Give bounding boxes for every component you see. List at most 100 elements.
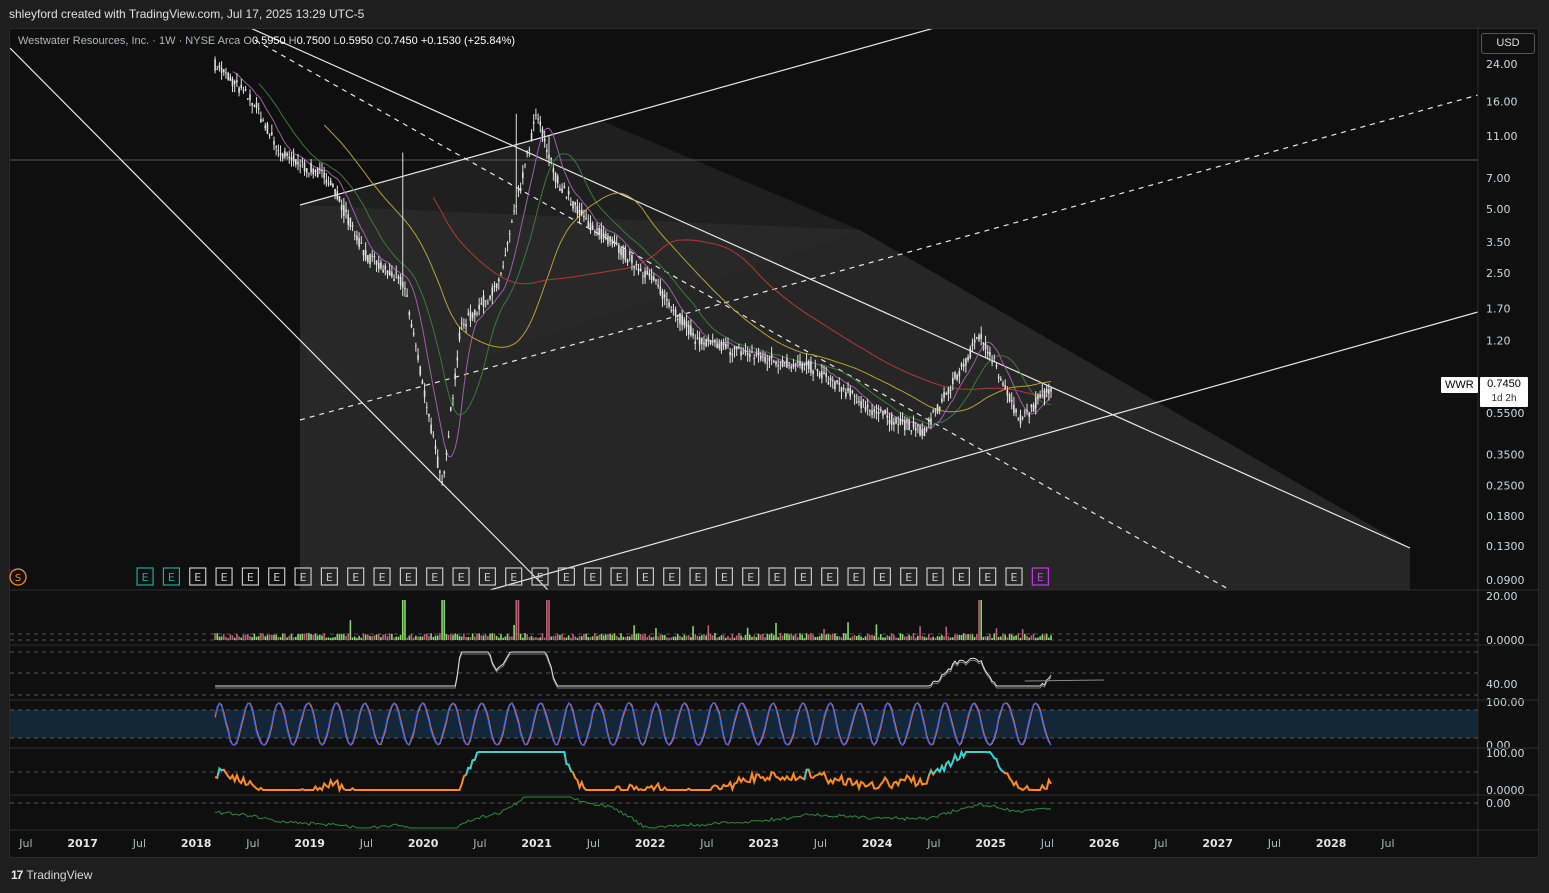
- candle-body: [855, 401, 858, 403]
- volume-bar: [587, 636, 590, 640]
- candle-body: [783, 362, 786, 364]
- candle-body: [840, 387, 843, 392]
- volume-bar: [799, 633, 801, 640]
- volume-bar: [781, 635, 784, 640]
- volume-bar: [842, 633, 845, 640]
- volume-bar: [439, 633, 441, 640]
- candle-body: [519, 187, 522, 191]
- volume-bar: [1000, 636, 1002, 640]
- svg-text:E: E: [774, 571, 781, 584]
- candle-body: [279, 152, 282, 156]
- candle-body: [264, 125, 267, 129]
- candle-body: [980, 333, 982, 340]
- volume-bar: [415, 635, 417, 640]
- volume-bar: [644, 633, 646, 640]
- candle-body: [537, 118, 539, 120]
- volume-bar: [683, 634, 686, 640]
- volume-bar: [814, 636, 817, 640]
- earnings-event-icon[interactable]: E: [162, 567, 180, 586]
- svg-text:S: S: [15, 573, 21, 584]
- candle-body: [932, 410, 934, 412]
- earnings-event-icon[interactable]: E: [241, 567, 259, 586]
- candle-body: [238, 87, 240, 93]
- volume-bar: [580, 636, 583, 640]
- candle-body: [360, 242, 363, 244]
- candle-body: [570, 204, 572, 206]
- volume-bar: [443, 600, 446, 640]
- volume-bar: [295, 636, 297, 640]
- volume-bar: [855, 636, 858, 640]
- candle-body: [965, 358, 967, 366]
- candle-body: [495, 283, 498, 288]
- x-tick-label: 2024: [862, 837, 893, 850]
- volume-bar: [705, 635, 707, 640]
- volume-bar: [325, 637, 328, 640]
- candle-body: [561, 188, 563, 193]
- candle-body: [912, 421, 915, 428]
- candle-body: [755, 354, 758, 356]
- volume-bar: [305, 633, 308, 640]
- volume-bar: [960, 634, 963, 640]
- candle-body: [764, 356, 766, 362]
- currency-button[interactable]: USD: [1481, 33, 1535, 54]
- volume-bar: [703, 633, 705, 640]
- volume-bar: [216, 633, 219, 640]
- volume-bar: [725, 637, 727, 640]
- candle-body: [945, 393, 948, 395]
- earnings-event-icon[interactable]: E: [215, 567, 233, 586]
- volume-bar: [626, 636, 629, 640]
- volume-bar: [838, 636, 841, 640]
- volume-bar: [1030, 635, 1033, 640]
- candle-body: [1039, 394, 1041, 398]
- candle-body: [938, 406, 941, 410]
- candle-body: [1030, 404, 1033, 408]
- candle-body: [735, 346, 738, 350]
- candle-body: [716, 343, 718, 349]
- earnings-event-icon[interactable]: E: [189, 567, 207, 586]
- volume-bar: [1019, 637, 1022, 640]
- volume-bar: [471, 633, 474, 640]
- earnings-event-icon[interactable]: E: [136, 567, 154, 586]
- volume-bar: [463, 633, 465, 640]
- candle-body: [683, 319, 686, 326]
- candle-body: [415, 345, 417, 347]
- candle-body: [827, 381, 830, 385]
- candle-body: [967, 356, 969, 361]
- candle-body: [799, 361, 801, 366]
- volume-bar: [648, 635, 651, 640]
- oscillator-1-line: [215, 651, 1052, 687]
- candle-body: [766, 362, 769, 364]
- price-chart[interactable]: S E E E E E E E E E E E E E E E E E E E E E E E E E E E E E E E E E E E 20.…: [0, 0, 1549, 893]
- candle-body: [458, 332, 461, 340]
- volume-bar: [231, 635, 234, 640]
- volume-bar: [377, 634, 380, 640]
- candle-body: [487, 302, 489, 304]
- volume-bar: [681, 637, 683, 640]
- x-tick-label: 2028: [1316, 837, 1347, 850]
- candle-body: [825, 372, 828, 377]
- candle-body: [936, 404, 939, 414]
- candle-body: [332, 183, 334, 187]
- candle-body: [395, 272, 398, 274]
- volume-bar: [903, 636, 906, 640]
- candle-body: [1013, 404, 1015, 414]
- volume-bar: [829, 634, 832, 640]
- earnings-event-icon[interactable]: E: [268, 567, 286, 586]
- x-tick-label: Jul: [18, 837, 32, 850]
- volume-bar: [447, 634, 450, 640]
- candle-body: [591, 225, 594, 230]
- svg-text:E: E: [431, 571, 438, 584]
- volume-bar: [962, 633, 965, 640]
- volume-bar: [845, 633, 847, 640]
- candle-body: [585, 217, 587, 219]
- volume-bar: [923, 636, 926, 640]
- tradingview-brand[interactable]: 17 TradingView: [11, 868, 92, 882]
- volume-bar: [932, 636, 934, 640]
- candle-body: [976, 337, 978, 339]
- split-event-icon[interactable]: S: [9, 568, 27, 586]
- volume-bar: [991, 637, 993, 640]
- candle-body: [297, 161, 299, 165]
- volume-bar: [611, 635, 614, 640]
- candle-body: [611, 239, 614, 245]
- volume-bar: [910, 636, 913, 640]
